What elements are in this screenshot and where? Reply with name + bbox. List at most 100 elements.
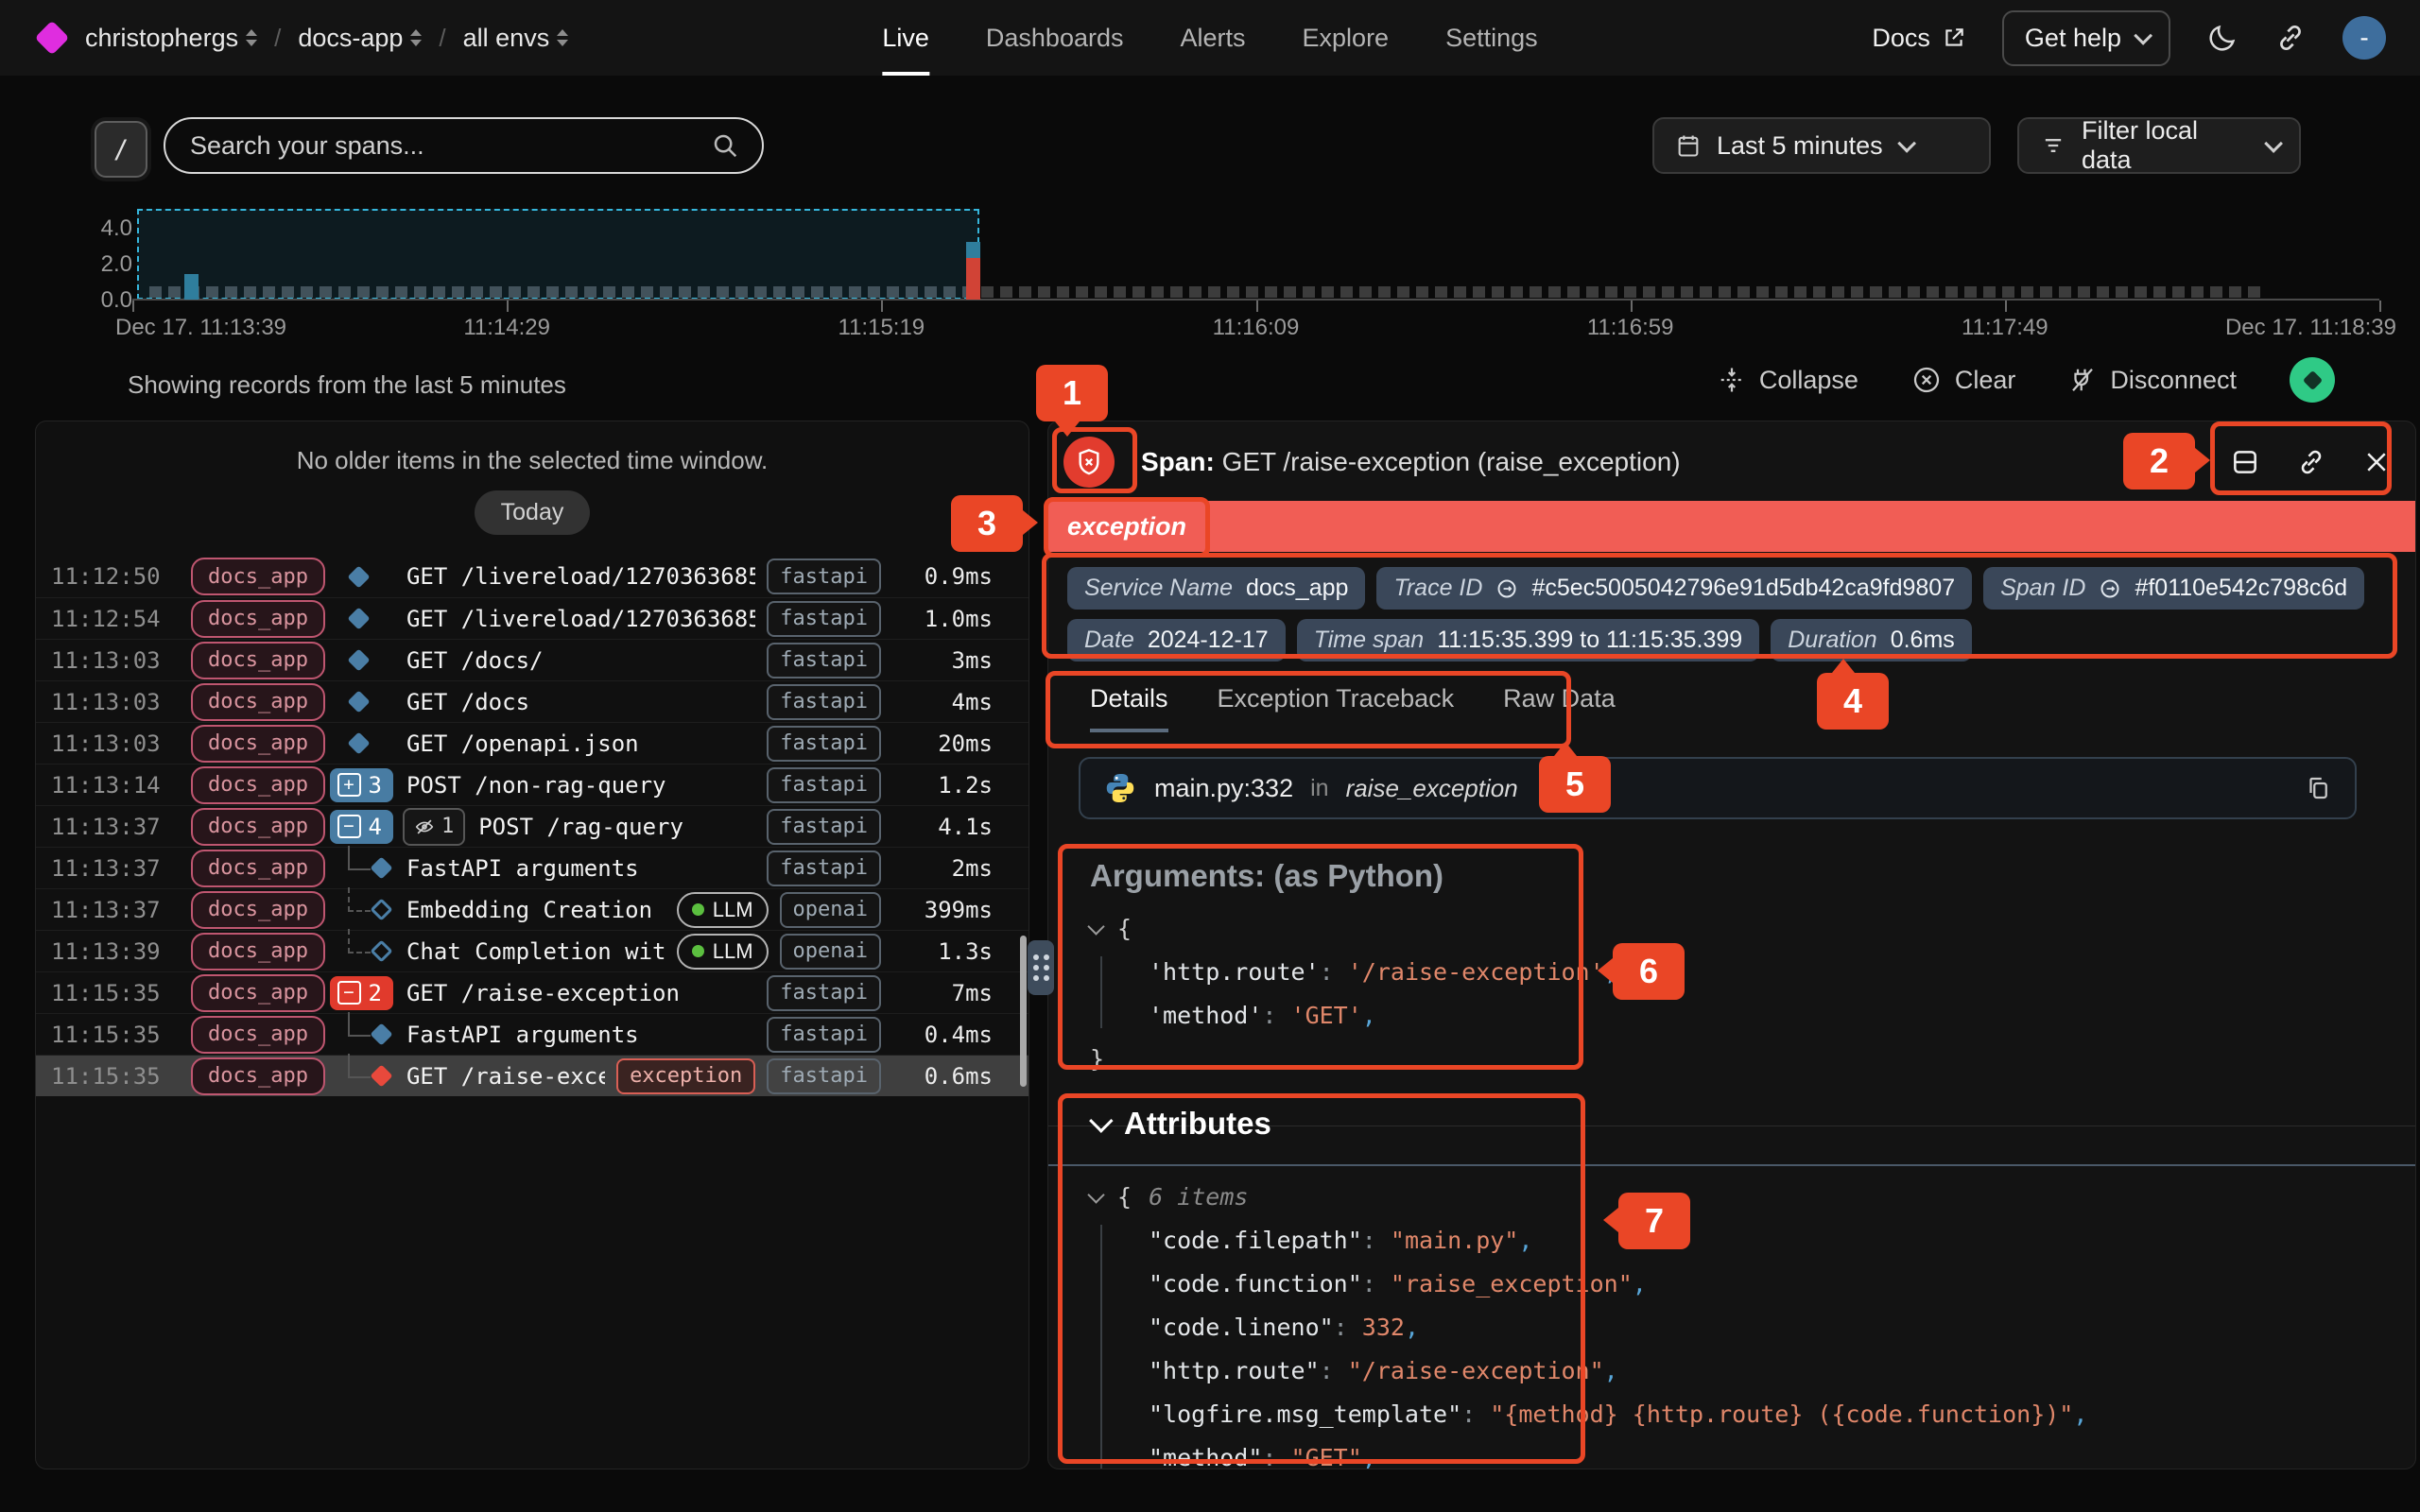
live-indicator[interactable] [2290,357,2335,403]
span-duration: 4.1s [881,814,993,840]
hidden-spans-badge[interactable]: 1 [403,808,465,846]
span-structure: −4 [325,806,393,847]
get-help-button[interactable]: Get help [2002,10,2170,66]
diamond-blue-icon [348,565,371,588]
clear-button[interactable]: Clear [1911,365,2016,395]
code-entries: "code.filepath": "main.py","code.functio… [1090,1219,2394,1469]
span-name: GET /raise-exception [406,980,755,1006]
x-tick-mark [881,301,883,312]
breadcrumb: christophergs/docs-app/all envs [85,24,568,53]
collapse-button[interactable]: Collapse [1718,366,1858,395]
fastapi-tag: fastapi [767,1058,881,1094]
time-range-button[interactable]: Last 5 minutes [1652,117,1991,174]
x-tick-label: Dec 17. 11:13:39 [115,315,286,341]
service-badge: docs_app [191,683,325,721]
meta-pill-time-span: Time span11:15:35.399 to 11:15:35.399 [1297,619,1759,662]
diamond-blue-icon [370,1022,392,1045]
span-row[interactable]: 11:15:35docs_appFastAPI argumentsfastapi… [36,1013,1028,1055]
span-row[interactable]: 11:13:37docs_app−41POST /rag-queryfastap… [36,805,1028,847]
disconnect-button[interactable]: Disconnect [2068,366,2237,395]
timeline-chart[interactable]: 4.02.00.0 Dec 17. 11:13:3911:14:2911:15:… [0,203,2420,359]
arguments-subheading: (as Python) [1273,858,1443,893]
diamond-blue-icon [348,731,371,754]
span-row[interactable]: 11:15:35docs_app−2GET /raise-exceptionfa… [36,971,1028,1013]
tab-alerts[interactable]: Alerts [1180,0,1245,76]
span-duration: 0.9ms [881,563,993,590]
span-time: 11:15:35 [51,1063,161,1090]
meta-pill-span-id: Span ID#f0110e542c798c6d [1983,567,2364,610]
link-icon[interactable] [1495,577,1518,600]
span-row[interactable]: 11:13:03docs_appGET /openapi.jsonfastapi… [36,722,1028,764]
span-row[interactable]: 11:13:03docs_appGET /docsfastapi4ms [36,680,1028,722]
logfire-logo-icon[interactable] [35,21,70,56]
panel-resize-handle[interactable] [1028,940,1054,995]
attributes-heading[interactable]: Attributes [1090,1106,2394,1142]
code-location[interactable]: main.py:332 in raise_exception [1079,757,2357,819]
span-row[interactable]: 11:12:50docs_appGET /livereload/12703636… [36,556,1028,597]
span-row[interactable]: 11:13:37docs_appEmbedding Creation wit…L… [36,888,1028,930]
span-row[interactable]: 11:13:03docs_appGET /docs/fastapi3ms [36,639,1028,680]
annotation-label-7: 7 [1618,1193,1690,1249]
tab-live[interactable]: Live [882,0,929,76]
chevron-down-icon [1089,1108,1113,1132]
detail-tab-exception-traceback[interactable]: Exception Traceback [1218,684,1455,732]
breadcrumb-separator: / [439,24,445,53]
tree-connector [348,929,371,954]
breadcrumb-item-all envs[interactable]: all envs [463,24,569,53]
tree-connector [348,1054,371,1078]
share-link-icon[interactable] [2274,22,2307,54]
docs-link[interactable]: Docs [1872,24,1966,53]
span-row[interactable]: 11:12:54docs_appGET /livereload/12703636… [36,597,1028,639]
span-time: 11:13:37 [51,814,161,840]
eye-off-icon [414,816,435,837]
span-title-label: Span: [1141,447,1215,476]
today-button[interactable]: Today [475,490,591,535]
span-structure [325,598,393,639]
breadcrumb-item-docs-app[interactable]: docs-app [298,24,422,53]
main-nav: Live Dashboards Alerts Explore Settings [882,0,1537,76]
link-icon[interactable] [2099,577,2121,600]
detail-tab-raw-data[interactable]: Raw Data [1503,684,1616,732]
filter-local-data-button[interactable]: Filter local data [2017,117,2301,174]
exception-tag: exception [616,1058,755,1094]
span-time: 11:12:54 [51,606,161,632]
copy-icon[interactable] [2304,774,2332,802]
span-structure [325,889,393,930]
meta-pill-duration: Duration0.6ms [1771,619,1972,662]
code-entry: "code.filepath": "main.py", [1149,1219,2394,1263]
breadcrumb-item-christophergs[interactable]: christophergs [85,24,257,53]
span-row[interactable]: 11:13:37docs_appFastAPI argumentsfastapi… [36,847,1028,888]
search-box[interactable] [164,117,764,174]
tab-settings[interactable]: Settings [1445,0,1538,76]
list-scrollbar-thumb[interactable] [1020,936,1027,1087]
copy-link-icon[interactable] [2296,447,2326,477]
close-icon[interactable] [2362,448,2391,476]
dark-mode-toggle-icon[interactable] [2206,22,2238,54]
collapse-chevron-icon[interactable] [1087,918,1104,935]
search-input[interactable] [188,130,711,162]
expand-toggle[interactable]: +3 [330,768,393,802]
python-icon [1103,771,1137,805]
span-row[interactable]: 11:13:14docs_app+3POST /non-rag-queryfas… [36,764,1028,805]
chevron-down-icon [1897,134,1916,153]
avatar[interactable]: - [2342,16,2386,60]
fastapi-tag: fastapi [767,1017,881,1053]
metadata-row: Date2024-12-17Time span11:15:35.399 to 1… [1067,619,2396,662]
tab-dashboards[interactable]: Dashboards [986,0,1124,76]
detail-tab-details[interactable]: Details [1090,684,1168,732]
span-time: 11:13:39 [51,938,161,965]
expand-toggle[interactable]: −4 [330,810,393,844]
arguments-heading: Arguments: (as Python) [1090,858,1619,894]
expand-toggle[interactable]: −2 [330,976,393,1010]
x-tick-mark [1631,301,1633,312]
code-entry: "code.function": "raise_exception", [1149,1263,2394,1306]
sort-chevrons-icon [557,29,568,46]
tab-explore[interactable]: Explore [1303,0,1390,76]
dock-panel-icon[interactable] [2230,447,2260,477]
span-row[interactable]: 11:13:39docs_appChat Completion with '…L… [36,930,1028,971]
span-row[interactable]: 11:15:35docs_appGET /raise-exception …ex… [36,1055,1028,1096]
external-link-icon [1942,26,1966,50]
span-title: Span: GET /raise-exception (raise_except… [1141,447,1681,477]
collapse-chevron-icon[interactable] [1087,1186,1104,1203]
sort-chevrons-icon [246,29,257,46]
